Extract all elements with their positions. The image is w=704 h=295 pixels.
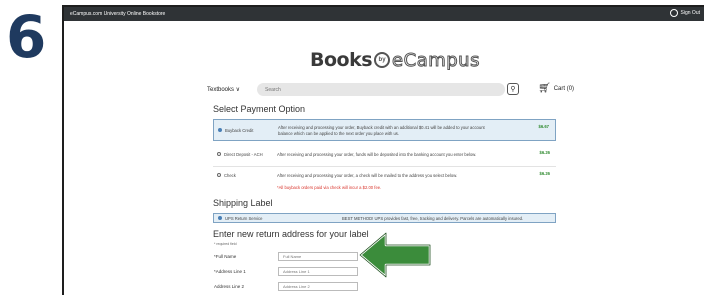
user-icon (669, 9, 678, 17)
required-note: * required field (214, 242, 237, 246)
option-label: Buyback Credit (225, 128, 254, 133)
option-amount: $6.67 (538, 124, 549, 129)
cart-icon: 🛒︎ (538, 83, 551, 94)
payment-option-check[interactable]: Check After receiving and processing you… (213, 168, 556, 194)
option-amount: $6.26 (539, 171, 550, 176)
full-name-field[interactable] (278, 252, 358, 261)
option-description: After receiving and processing your orde… (277, 173, 458, 178)
payment-option-direct-deposit[interactable]: Direct Deposit - ACH After receiving and… (213, 145, 556, 165)
address-line-1-label: *Address Line 1 (214, 269, 246, 274)
radio-unselected[interactable] (217, 173, 221, 177)
sign-out-link[interactable]: Sign Out (669, 9, 700, 17)
check-fee-note: *All buyback orders paid via check will … (277, 185, 382, 190)
arrow-left-icon (358, 231, 432, 279)
radio-selected[interactable] (218, 216, 222, 220)
payment-option-buyback-credit[interactable]: Buyback Credit After receiving and proce… (213, 119, 556, 141)
address-heading: Enter new return address for your label (213, 229, 369, 239)
logo-books-text: Books (310, 49, 373, 71)
browser-window: eCampus.com University Online Bookstore … (62, 5, 704, 295)
search-button[interactable]: ⚲ (507, 83, 519, 95)
top-bar: eCampus.com University Online Bookstore … (64, 7, 704, 21)
option-amount: $6.26 (539, 150, 550, 155)
full-name-label: *Full Name (214, 254, 237, 259)
step-number: 6 (6, 3, 47, 71)
option-label: Direct Deposit - ACH (224, 152, 263, 157)
search-icon: ⚲ (510, 86, 516, 93)
option-description: After receiving and processing your orde… (277, 152, 477, 157)
option-label: UPS Return Service (225, 216, 263, 221)
sign-out-label: Sign Out (680, 10, 700, 16)
option-description: BEST METHOD! UPS provides fast, free, tr… (342, 216, 524, 221)
cart-label: Cart (0) (553, 86, 575, 92)
address-line-2-field[interactable] (278, 282, 358, 291)
shipping-heading: Shipping Label (213, 198, 273, 208)
payment-heading: Select Payment Option (213, 104, 306, 114)
address-line-2-label: Address Line 2 (214, 284, 245, 289)
textbooks-menu[interactable]: Textbooks ∨ (207, 86, 240, 93)
radio-selected[interactable] (218, 128, 222, 132)
option-label: Check (224, 173, 236, 178)
shipping-option-ups[interactable]: UPS Return Service BEST METHOD! UPS prov… (213, 213, 556, 223)
divider (213, 166, 556, 167)
nav-row: Textbooks ∨ ⚲ 🛒︎ Cart (0) (207, 83, 637, 97)
logo-ecampus-text: eCampus (392, 49, 480, 71)
option-description: After receiving and processing your orde… (278, 125, 485, 136)
radio-unselected[interactable] (217, 152, 221, 156)
logo-by-badge: by (374, 52, 391, 68)
cart-link[interactable]: 🛒︎ Cart (0) (538, 84, 574, 94)
site-title: eCampus.com University Online Bookstore (70, 11, 166, 17)
books-by-ecampus-logo[interactable]: Books by eCampus (310, 49, 480, 71)
address-line-1-field[interactable] (278, 267, 358, 276)
search-input[interactable] (257, 83, 505, 96)
